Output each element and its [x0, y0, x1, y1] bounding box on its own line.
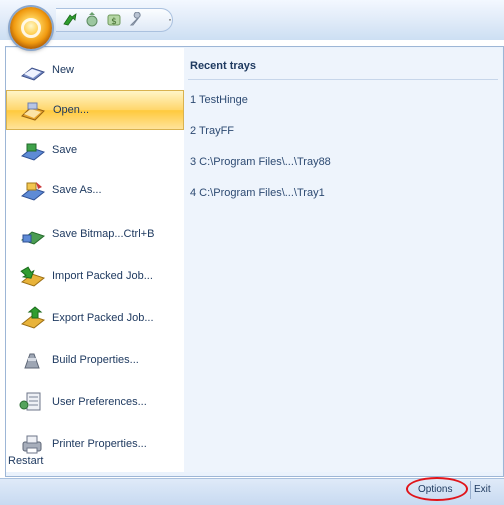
recent-trays-title: Recent trays: [190, 60, 257, 72]
build-properties-icon: [18, 348, 46, 372]
menu-item-user-preferences[interactable]: User Preferences...: [6, 382, 184, 422]
recent-trays-panel: [184, 48, 502, 472]
recent-tray-item[interactable]: 3 C:\Program Files\...\Tray88: [190, 156, 331, 168]
menu-item-label: Save: [52, 144, 78, 156]
recent-trays-divider: [188, 79, 498, 80]
menu-item-save-bitmap[interactable]: Save Bitmap...Ctrl+B: [6, 214, 184, 254]
recent-tray-item[interactable]: 2 TrayFF: [190, 125, 234, 137]
menu-item-label: Build Properties...: [52, 354, 139, 366]
recent-tray-item[interactable]: 1 TestHinge: [190, 94, 248, 106]
menu-item-label: New: [52, 64, 75, 76]
quick-access-toolbar: $: [56, 8, 173, 32]
menu-item-label: Printer Properties...: [52, 438, 147, 450]
menu-item-label: Export Packed Job...: [52, 312, 154, 324]
new-document-icon: [18, 58, 46, 82]
menu-item-save[interactable]: Save: [6, 130, 184, 170]
menu-item-label: Save As...: [52, 184, 102, 196]
application-window: $ · New Open... Save Save As... Save Bit…: [0, 0, 504, 505]
menu-item-export-packed-job[interactable]: Export Packed Job...: [6, 298, 184, 338]
save-as-icon: [18, 178, 46, 202]
menu-item-save-as[interactable]: Save As...: [6, 170, 184, 210]
options-button[interactable]: Options: [418, 484, 452, 495]
import-packed-job-icon: [18, 264, 46, 288]
title-bar: $ ·: [0, 0, 504, 40]
svg-text:$: $: [111, 17, 117, 27]
printer-properties-icon: [18, 432, 46, 456]
menu-item-label: User Preferences...: [52, 396, 147, 408]
wrench-icon[interactable]: [128, 11, 144, 28]
menu-item-label: Save Bitmap...Ctrl+B: [52, 228, 155, 240]
gear-arrow-icon[interactable]: [84, 12, 100, 28]
user-preferences-icon: [18, 390, 46, 414]
save-icon: [18, 138, 46, 162]
export-packed-job-icon: [18, 306, 46, 330]
recent-tray-item[interactable]: 4 C:\Program Files\...\Tray1: [190, 187, 325, 199]
menu-commands: New Open... Save Save As... Save Bitmap.…: [6, 48, 185, 472]
save-bitmap-icon: [18, 222, 46, 246]
dollar-icon[interactable]: $: [106, 12, 122, 28]
open-folder-icon: [19, 98, 47, 122]
menu-item-import-packed-job[interactable]: Import Packed Job...: [6, 256, 184, 296]
menu-item-open[interactable]: Open...: [6, 90, 184, 130]
quick-access-dropdown[interactable]: ·: [168, 12, 172, 26]
menu-item-new[interactable]: New: [6, 50, 184, 90]
restart-button[interactable]: Restart: [8, 455, 43, 467]
menu-item-label: Import Packed Job...: [52, 270, 153, 282]
application-menu-button[interactable]: [10, 7, 52, 49]
exit-button[interactable]: Exit: [470, 481, 491, 499]
green-arrow-icon[interactable]: [62, 12, 78, 28]
menu-item-label: Open...: [53, 104, 90, 116]
menu-item-build-properties[interactable]: Build Properties...: [6, 340, 184, 380]
